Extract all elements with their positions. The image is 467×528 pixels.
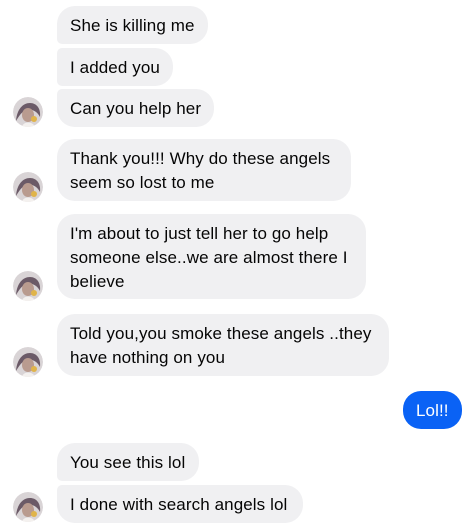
contact-avatar-icon[interactable] bbox=[13, 97, 43, 127]
contact-avatar-icon[interactable] bbox=[13, 492, 43, 522]
message-bubble-incoming[interactable]: You see this lol bbox=[57, 443, 199, 481]
contact-avatar-icon[interactable] bbox=[13, 347, 43, 377]
contact-avatar-icon[interactable] bbox=[13, 271, 43, 301]
message-text: Can you help her bbox=[70, 99, 202, 118]
message-bubble-incoming[interactable]: I done with search angels lol bbox=[57, 485, 303, 523]
message-bubble-incoming[interactable]: Can you help her bbox=[57, 89, 214, 127]
message-bubble-outgoing[interactable]: Lol!! bbox=[403, 391, 462, 429]
message-text: I'm about to just tell her to go help bbox=[70, 224, 329, 243]
message-bubble-incoming[interactable]: I added you bbox=[57, 48, 173, 86]
contact-avatar-icon[interactable] bbox=[13, 172, 43, 202]
message-text: someone else..we are almost there I bbox=[70, 248, 348, 267]
message-text: I done with search angels lol bbox=[70, 495, 288, 514]
message-text: I added you bbox=[70, 58, 160, 77]
message-text: seem so lost to me bbox=[70, 173, 215, 192]
message-text: She is killing me bbox=[70, 16, 195, 35]
message-bubble-incoming[interactable]: Told you,you smoke these angels ..they h… bbox=[57, 314, 389, 376]
message-text: Lol!! bbox=[416, 401, 449, 420]
message-text: Told you,you smoke these angels ..they bbox=[70, 324, 372, 343]
message-thread: She is killing me I added you Can you he… bbox=[0, 0, 467, 528]
message-text: Thank you!!! Why do these angels bbox=[70, 149, 331, 168]
message-text: You see this lol bbox=[70, 453, 186, 472]
message-bubble-incoming[interactable]: She is killing me bbox=[57, 6, 208, 44]
message-text: have nothing on you bbox=[70, 348, 226, 367]
message-text: believe bbox=[70, 272, 125, 291]
message-bubble-incoming[interactable]: I'm about to just tell her to go help so… bbox=[57, 214, 366, 299]
message-bubble-incoming[interactable]: Thank you!!! Why do these angels seem so… bbox=[57, 139, 351, 201]
